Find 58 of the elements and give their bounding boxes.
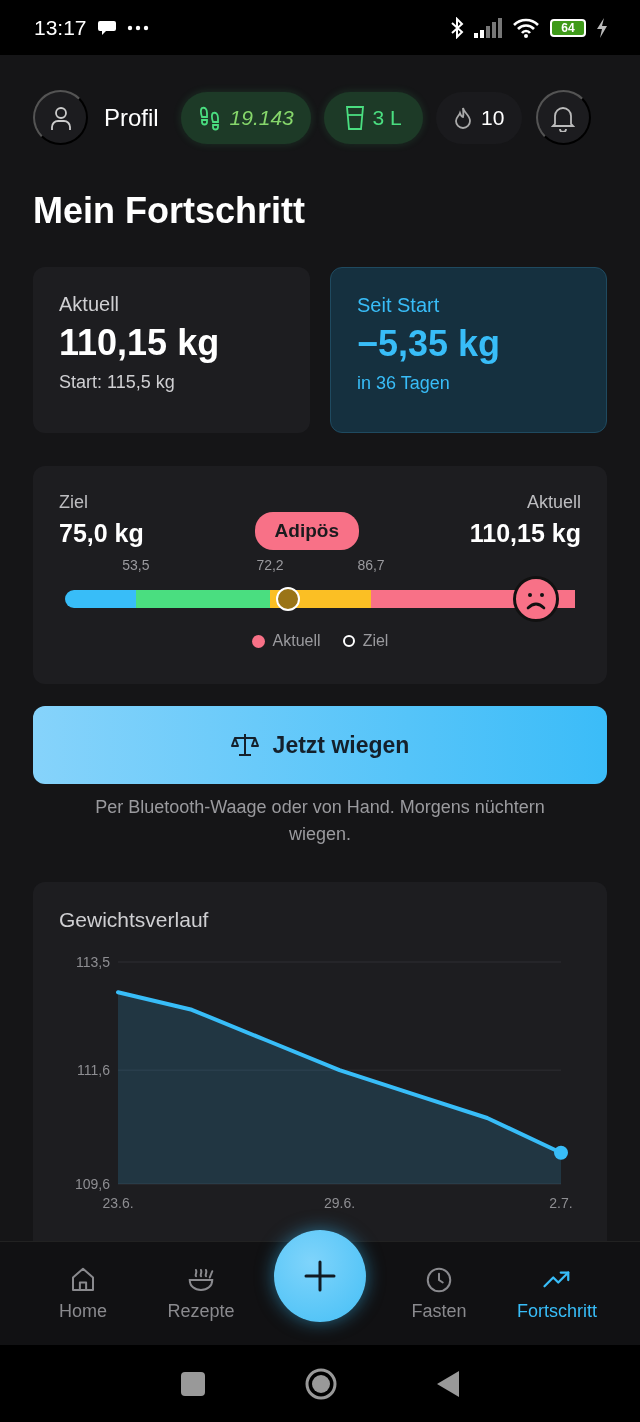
stat-value: 110,15 kg [59, 322, 221, 364]
x-axis-label: 23.6. [102, 1195, 134, 1211]
stat-label: Aktuell [59, 293, 121, 316]
legend-label: Ziel [362, 632, 389, 650]
chart-title: Gewichtsverlauf [59, 908, 209, 932]
stat-value: −5,35 kg [357, 323, 502, 365]
glass-icon [344, 104, 365, 131]
streak-pill[interactable]: 10 [435, 91, 522, 144]
current-label: Aktuell [526, 492, 581, 513]
flame-icon [453, 105, 473, 130]
current-weight: 110,15 kg [469, 519, 581, 548]
steps-count: 19.143 [229, 105, 294, 130]
weigh-button[interactable]: Jetzt wiegen [33, 706, 607, 784]
x-axis-label: 2.7. [549, 1195, 573, 1211]
scale-icon [230, 732, 259, 758]
scale-tick-label: 53,5 [122, 557, 150, 573]
status-time: 13:17 [34, 15, 87, 40]
battery-indicator: 64 [550, 18, 586, 37]
clock-icon [424, 1265, 454, 1295]
goal-weight: 75,0 kg [59, 519, 144, 548]
x-axis-label: 29.6. [323, 1195, 356, 1211]
back-icon[interactable] [437, 1370, 459, 1397]
data-point [554, 1145, 568, 1160]
water-amount: 3 L [372, 105, 402, 130]
home-circle-icon[interactable] [305, 1367, 337, 1400]
goal-label: Ziel [59, 492, 89, 513]
stat-label: Seit Start [357, 294, 441, 317]
more-icon [126, 24, 149, 31]
profile-label[interactable]: Profil [104, 103, 159, 132]
nav-tab[interactable]: Rezepte [142, 1265, 260, 1322]
stat-note: Start: 115,5 kg [59, 372, 176, 393]
recents-icon[interactable] [181, 1371, 205, 1396]
legend-label: Aktuell [272, 632, 321, 650]
person-icon [48, 104, 73, 131]
y-axis-label: 109,6 [74, 1176, 110, 1192]
footprints-icon [197, 104, 222, 131]
chat-icon [96, 18, 117, 37]
bluetooth-icon [450, 16, 464, 39]
scale-tick-label: 72,2 [256, 557, 284, 573]
category-badge: Adipös [254, 512, 359, 550]
y-axis-label: 113,5 [76, 954, 110, 970]
water-pill[interactable]: 3 L [323, 91, 423, 144]
nav-tab[interactable]: Fasten [380, 1265, 498, 1322]
signal-icon [474, 17, 502, 38]
wifi-icon [512, 17, 540, 38]
legend-ring [342, 635, 355, 647]
y-axis-label: 111,6 [77, 1062, 110, 1079]
nav-tab[interactable]: Home [24, 1265, 142, 1322]
streak-count: 10 [481, 105, 505, 130]
page-title: Mein Fortschritt [33, 193, 306, 229]
hint-text: Per Bluetooth-Waage oder von Hand. Morgens nüchtern wiegen. [94, 796, 546, 846]
scale-tick-label: 86,7 [357, 557, 385, 573]
charging-icon [596, 17, 608, 38]
nav-tab[interactable]: Fortschritt [498, 1265, 616, 1322]
add-button[interactable] [274, 1230, 366, 1322]
plus-icon [304, 1260, 336, 1292]
steps-pill[interactable]: 19.143 [180, 91, 311, 144]
stat-note: in 36 Tagen [357, 373, 451, 394]
